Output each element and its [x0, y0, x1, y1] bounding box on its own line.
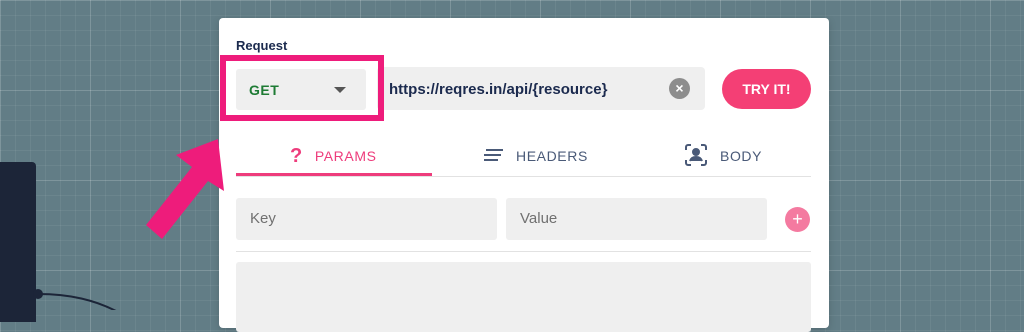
user-focus-icon: [684, 143, 708, 170]
method-highlight-box: [220, 55, 384, 121]
try-it-button[interactable]: TRY IT!: [722, 69, 811, 109]
connector-line: [33, 289, 117, 310]
divider: [236, 251, 811, 252]
param-value-input[interactable]: Value: [506, 198, 767, 240]
url-input[interactable]: https://reqres.in/api/{resource} ×: [377, 67, 705, 110]
tab-params[interactable]: ? PARAMS: [290, 136, 377, 176]
value-placeholder: Value: [520, 210, 558, 227]
tab-body[interactable]: BODY: [684, 136, 762, 176]
lines-icon: [484, 148, 504, 165]
pointer-arrow-icon: [146, 139, 224, 239]
add-param-icon[interactable]: +: [785, 207, 810, 232]
active-tab-indicator: [236, 173, 432, 176]
tab-label: HEADERS: [516, 148, 588, 164]
key-placeholder: Key: [250, 210, 276, 227]
tab-bar: ? PARAMS HEADERS BODY: [236, 136, 811, 177]
tab-label: BODY: [720, 148, 763, 164]
question-icon: ?: [290, 144, 303, 167]
body-area[interactable]: [236, 262, 811, 332]
request-label: Request: [236, 38, 288, 53]
tab-label: PARAMS: [314, 148, 377, 164]
tab-headers[interactable]: HEADERS: [484, 136, 588, 176]
param-key-input[interactable]: Key: [236, 198, 497, 240]
clear-icon[interactable]: ×: [669, 78, 690, 99]
url-value: https://reqres.in/api/{resource}: [389, 81, 608, 98]
